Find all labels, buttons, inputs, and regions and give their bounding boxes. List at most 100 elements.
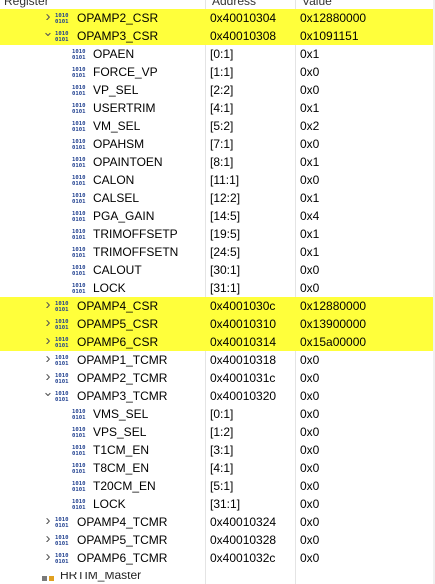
register-row[interactable]: › 1010 0101 OPAMP4_TCMR 0x40010324 0x0 [0,512,435,531]
field-bit-range: [1:1] [210,65,234,79]
chevron-right-icon[interactable]: › [41,332,55,350]
register-value[interactable]: 0x1 [300,99,319,117]
field-name: FORCE_VP [93,65,158,79]
field-row[interactable]: 1010 0101 T20CM_EN [5:1] 0x0 [0,477,435,495]
field-row[interactable]: 1010 0101 VMS_SEL [0:1] 0x0 [0,405,435,423]
register-value[interactable]: 0x1 [300,243,319,261]
chevron-right-icon[interactable]: › [41,512,55,530]
field-row[interactable]: 1010 0101 FORCE_VP [1:1] 0x0 [0,63,435,81]
icon-bits-bottom: 0101 [55,343,69,348]
field-binary-icon: 10100101 [72,283,86,294]
field-row[interactable]: 1010 0101 OPAEN [0:1] 0x1 [0,45,435,63]
register-value[interactable]: 0x0 [300,477,319,495]
icon-bits-bottom: 0101 [72,433,86,438]
register-value[interactable]: 0x1 [300,45,319,63]
icon-bits-bottom: 0101 [72,163,86,168]
field-binary-icon: 10100101 [72,193,86,204]
register-value[interactable]: 0x0 [300,549,319,567]
field-row[interactable]: 1010 0101 OPAHSM [7:1] 0x0 [0,135,435,153]
register-value[interactable]: 0x12880000 [300,9,366,27]
chevron-down-icon[interactable]: ⌄ [41,23,55,41]
field-binary-icon: 10100101 [72,265,86,276]
field-row[interactable]: 1010 0101 CALON [11:1] 0x0 [0,171,435,189]
field-row[interactable]: 1010 0101 VP_SEL [2:2] 0x0 [0,81,435,99]
register-value[interactable]: 0x0 [300,63,319,81]
register-value[interactable]: 0x0 [300,531,319,549]
field-row[interactable]: 1010 0101 T8CM_EN [4:1] 0x0 [0,459,435,477]
field-row[interactable]: 1010 0101 VPS_SEL [1:2] 0x0 [0,423,435,441]
register-value[interactable]: 0x0 [300,387,319,405]
register-row[interactable]: ⌄ 1010 0101 OPAMP3_CSR 0x40010308 0x1091151 [0,24,435,45]
register-value[interactable]: 0x0 [300,459,319,477]
register-value[interactable]: 0x0 [300,369,319,387]
field-row[interactable]: 1010 0101 USERTRIM [4:1] 0x1 [0,99,435,117]
register-row[interactable]: › 1010 0101 OPAMP4_CSR 0x4001030c 0x12880000 [0,296,435,315]
register-value[interactable]: 0x15a00000 [300,333,366,351]
register-name: HRTIM_Master [60,572,142,582]
field-bit-range: [0:1] [210,47,234,61]
register-row[interactable]: › 1010 0101 OPAMP5_CSR 0x40010310 0x13900000 [0,314,435,333]
register-address: 0x40010324 [210,515,277,529]
field-row[interactable]: 1010 0101 CALSEL [12:2] 0x1 [0,189,435,207]
register-row[interactable]: › 1010 0101 OPAMP6_TCMR 0x4001032c 0x0 [0,548,435,567]
register-value[interactable]: 0x1 [300,225,319,243]
icon-bits-bottom: 0101 [72,415,86,420]
field-name: OPAINTOEN [93,155,163,169]
field-row[interactable]: 1010 0101 VM_SEL [5:2] 0x2 [0,117,435,135]
chevron-right-icon[interactable]: › [41,350,55,368]
register-name: OPAMP5_CSR [77,317,159,331]
register-row[interactable]: › 1010 0101 OPAMP6_CSR 0x40010314 0x15a00000 [0,332,435,351]
register-value[interactable]: 0x0 [300,495,319,513]
field-binary-icon: 10100101 [72,409,86,420]
field-row[interactable]: 1010 0101 CALOUT [30:1] 0x0 [0,261,435,279]
column-header: Register Address Value [0,0,435,9]
header-register[interactable]: Register [4,0,49,8]
register-value[interactable]: 0x0 [300,441,319,459]
register-value[interactable]: 0x0 [300,261,319,279]
icon-bits-bottom: 0101 [72,55,86,60]
icon-bits-bottom: 0101 [55,559,69,564]
chevron-right-icon[interactable]: › [41,548,55,566]
register-value[interactable]: 0x0 [300,279,319,297]
field-name: T20CM_EN [93,479,156,493]
register-row[interactable]: › 1010 0101 OPAMP5_TCMR 0x40010328 0x0 [0,530,435,549]
field-name: CALOUT [93,263,142,277]
field-row[interactable]: 1010 0101 TRIMOFFSETN [24:5] 0x1 [0,243,435,261]
field-name: VM_SEL [93,119,141,133]
field-name: VPS_SEL [93,425,147,439]
icon-bits-bottom: 0101 [72,145,86,150]
chevron-right-icon[interactable]: › [41,296,55,314]
register-value[interactable]: 0x1 [300,189,319,207]
register-value[interactable]: 0x0 [300,423,319,441]
register-value[interactable]: 0x0 [300,351,319,369]
register-row[interactable]: › 1010 0101 OPAMP2_TCMR 0x4001031c 0x0 [0,368,435,387]
chevron-down-icon[interactable]: ⌄ [41,383,55,401]
register-value[interactable]: 0x1 [300,153,319,171]
chevron-right-icon[interactable]: › [41,314,55,332]
tree-row-partial[interactable]: HRTIM_Master [0,572,435,584]
register-value[interactable]: 0x4 [300,207,319,225]
register-value[interactable]: 0x1091151 [300,27,359,45]
header-address[interactable]: Address [212,0,256,8]
register-value[interactable]: 0x2 [300,117,319,135]
register-value[interactable]: 0x12880000 [300,297,366,315]
register-value[interactable]: 0x0 [300,513,319,531]
field-row[interactable]: 1010 0101 LOCK [31:1] 0x0 [0,279,435,297]
field-row[interactable]: 1010 0101 T1CM_EN [3:1] 0x0 [0,441,435,459]
header-value[interactable]: Value [302,0,332,8]
field-row[interactable]: 1010 0101 TRIMOFFSETP [19:5] 0x1 [0,225,435,243]
register-value[interactable]: 0x0 [300,405,319,423]
register-value[interactable]: 0x0 [300,135,319,153]
field-row[interactable]: 1010 0101 PGA_GAIN [14:5] 0x4 [0,207,435,225]
register-row[interactable]: › 1010 0101 OPAMP2_CSR 0x40010304 0x12880000 [0,8,435,27]
field-row[interactable]: 1010 0101 OPAINTOEN [8:1] 0x1 [0,153,435,171]
register-row[interactable]: ⌄ 1010 0101 OPAMP3_TCMR 0x40010320 0x0 [0,384,435,405]
field-row[interactable]: 1010 0101 LOCK [31:1] 0x0 [0,495,435,513]
chevron-right-icon[interactable]: › [41,530,55,548]
field-bit-range: [4:1] [210,461,234,475]
register-binary-icon: 10100101 [55,517,69,528]
register-value[interactable]: 0x0 [300,81,319,99]
register-value[interactable]: 0x0 [300,171,319,189]
register-row[interactable]: › 1010 0101 OPAMP1_TCMR 0x40010318 0x0 [0,350,435,369]
register-value[interactable]: 0x13900000 [300,315,366,333]
